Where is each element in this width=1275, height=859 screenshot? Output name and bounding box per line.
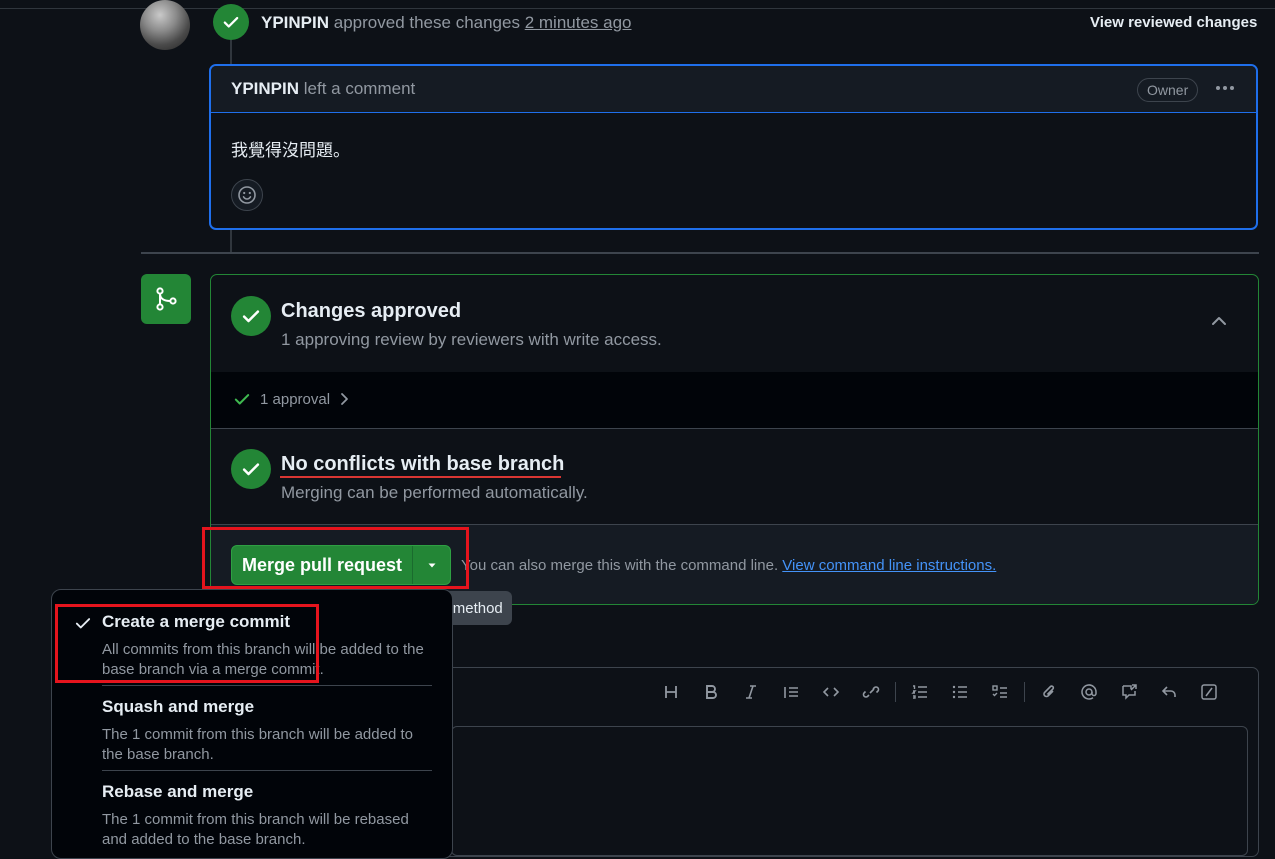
- kebab-icon: [1216, 86, 1234, 90]
- merge-method-option-rebase[interactable]: Rebase and merge The 1 commit from this …: [102, 782, 432, 850]
- tasklist-icon: [992, 685, 1007, 698]
- mention-button[interactable]: [1069, 680, 1109, 704]
- approvals-count: 1 approval: [260, 391, 331, 408]
- timeline-connector: [230, 230, 232, 252]
- comment-header: YPINPIN left a comment Owner: [211, 66, 1256, 113]
- bold-button[interactable]: [691, 680, 731, 704]
- cross-reference-button[interactable]: [1109, 680, 1149, 704]
- smiley-icon: [238, 186, 256, 204]
- changes-approved-subtitle: 1 approving review by reviewers with wri…: [281, 330, 662, 349]
- section-divider: [211, 428, 1258, 429]
- annotation-box: [202, 527, 469, 589]
- code-button[interactable]: [811, 680, 851, 704]
- quote-button[interactable]: [771, 680, 811, 704]
- check-icon: [223, 16, 239, 28]
- toolbar-divider: [895, 682, 896, 702]
- merge-status-icon: [141, 274, 191, 324]
- add-reaction-button[interactable]: [231, 179, 263, 211]
- top-divider: [0, 0, 1275, 9]
- approvals-toggle[interactable]: 1 approval: [211, 372, 1258, 429]
- approved-check-badge: [213, 4, 249, 40]
- owner-badge: Owner: [1137, 78, 1199, 102]
- review-summary: YPINPIN approved these changes 2 minutes…: [261, 12, 632, 34]
- timeline-connector: [230, 40, 232, 64]
- command-line-hint: You can also merge this with the command…: [461, 557, 996, 574]
- approvals-section: Changes approved 1 approving review by r…: [211, 275, 1258, 372]
- bold-icon: [706, 685, 717, 699]
- comment-action-text: left a comment: [303, 79, 416, 98]
- chevron-up-icon[interactable]: [1209, 311, 1229, 331]
- view-command-line-link[interactable]: View command line instructions.: [782, 557, 996, 574]
- check-icon: [234, 394, 250, 405]
- menu-divider: [102, 685, 432, 686]
- comment-options-button[interactable]: [1213, 76, 1237, 100]
- markdown-toolbar: [651, 680, 1229, 704]
- changes-approved-title: Changes approved: [281, 300, 462, 322]
- conflicts-section: No conflicts with base branch Merging ca…: [211, 428, 1258, 525]
- annotation-box: [55, 604, 319, 683]
- paperclip-icon: [1043, 685, 1055, 698]
- merge-method-option-squash[interactable]: Squash and merge The 1 commit from this …: [102, 697, 432, 765]
- no-conflicts-title: No conflicts with base branch: [281, 453, 565, 475]
- cross-reference-icon: [1122, 684, 1137, 700]
- comment-body: 我覺得沒問題。: [231, 141, 350, 160]
- link-icon: [862, 686, 880, 698]
- comment-author-link[interactable]: YPINPIN: [231, 79, 299, 98]
- slash-commands-button[interactable]: [1189, 680, 1229, 704]
- mention-icon: [1081, 684, 1097, 700]
- quote-icon: [784, 687, 798, 698]
- merge-method-title: Squash and merge: [102, 697, 255, 716]
- ordered-list-icon: [911, 685, 927, 699]
- avatar[interactable]: [140, 0, 190, 50]
- italic-icon: [746, 685, 756, 699]
- italic-button[interactable]: [731, 680, 771, 704]
- review-action-text: approved these changes: [333, 13, 520, 32]
- git-merge-icon: [156, 287, 177, 311]
- unordered-list-button[interactable]: [940, 680, 980, 704]
- annotation-underline: [280, 476, 561, 478]
- review-comment-card: YPINPIN left a comment Owner 我覺得沒問題。: [209, 64, 1258, 230]
- link-button[interactable]: [851, 680, 891, 704]
- tasklist-button[interactable]: [980, 680, 1020, 704]
- review-author-link[interactable]: YPINPIN: [261, 13, 329, 32]
- toolbar-divider: [1024, 682, 1025, 702]
- slash-icon: [1201, 684, 1217, 700]
- attach-file-button[interactable]: [1029, 680, 1069, 704]
- merge-method-description: The 1 commit from this branch will be re…: [102, 811, 409, 848]
- comment-editor: [440, 667, 1259, 857]
- comment-textarea[interactable]: [451, 726, 1248, 856]
- check-icon: [242, 310, 260, 323]
- command-line-hint-text: You can also merge this with the command…: [461, 557, 779, 574]
- chevron-right-icon: [341, 393, 348, 405]
- view-reviewed-changes-link[interactable]: View reviewed changes: [1090, 14, 1257, 31]
- comment-author-line: YPINPIN left a comment: [231, 79, 415, 99]
- merge-method-description: The 1 commit from this branch will be ad…: [102, 726, 413, 763]
- reply-icon: [1161, 686, 1176, 697]
- no-conflicts-status-icon: [231, 449, 271, 489]
- check-icon: [242, 463, 260, 476]
- no-conflicts-subtitle: Merging can be performed automatically.: [281, 483, 588, 502]
- code-icon: [822, 687, 840, 697]
- ordered-list-button[interactable]: [900, 680, 940, 704]
- review-timestamp-link[interactable]: 2 minutes ago: [525, 13, 632, 32]
- menu-divider: [102, 770, 432, 771]
- heading-icon: [665, 686, 677, 698]
- merge-method-title: Rebase and merge: [102, 782, 254, 801]
- saved-replies-button[interactable]: [1149, 680, 1189, 704]
- timeline-separator: [141, 252, 1259, 254]
- unordered-list-icon: [952, 685, 967, 699]
- approved-status-icon: [231, 296, 271, 336]
- heading-button[interactable]: [651, 680, 691, 704]
